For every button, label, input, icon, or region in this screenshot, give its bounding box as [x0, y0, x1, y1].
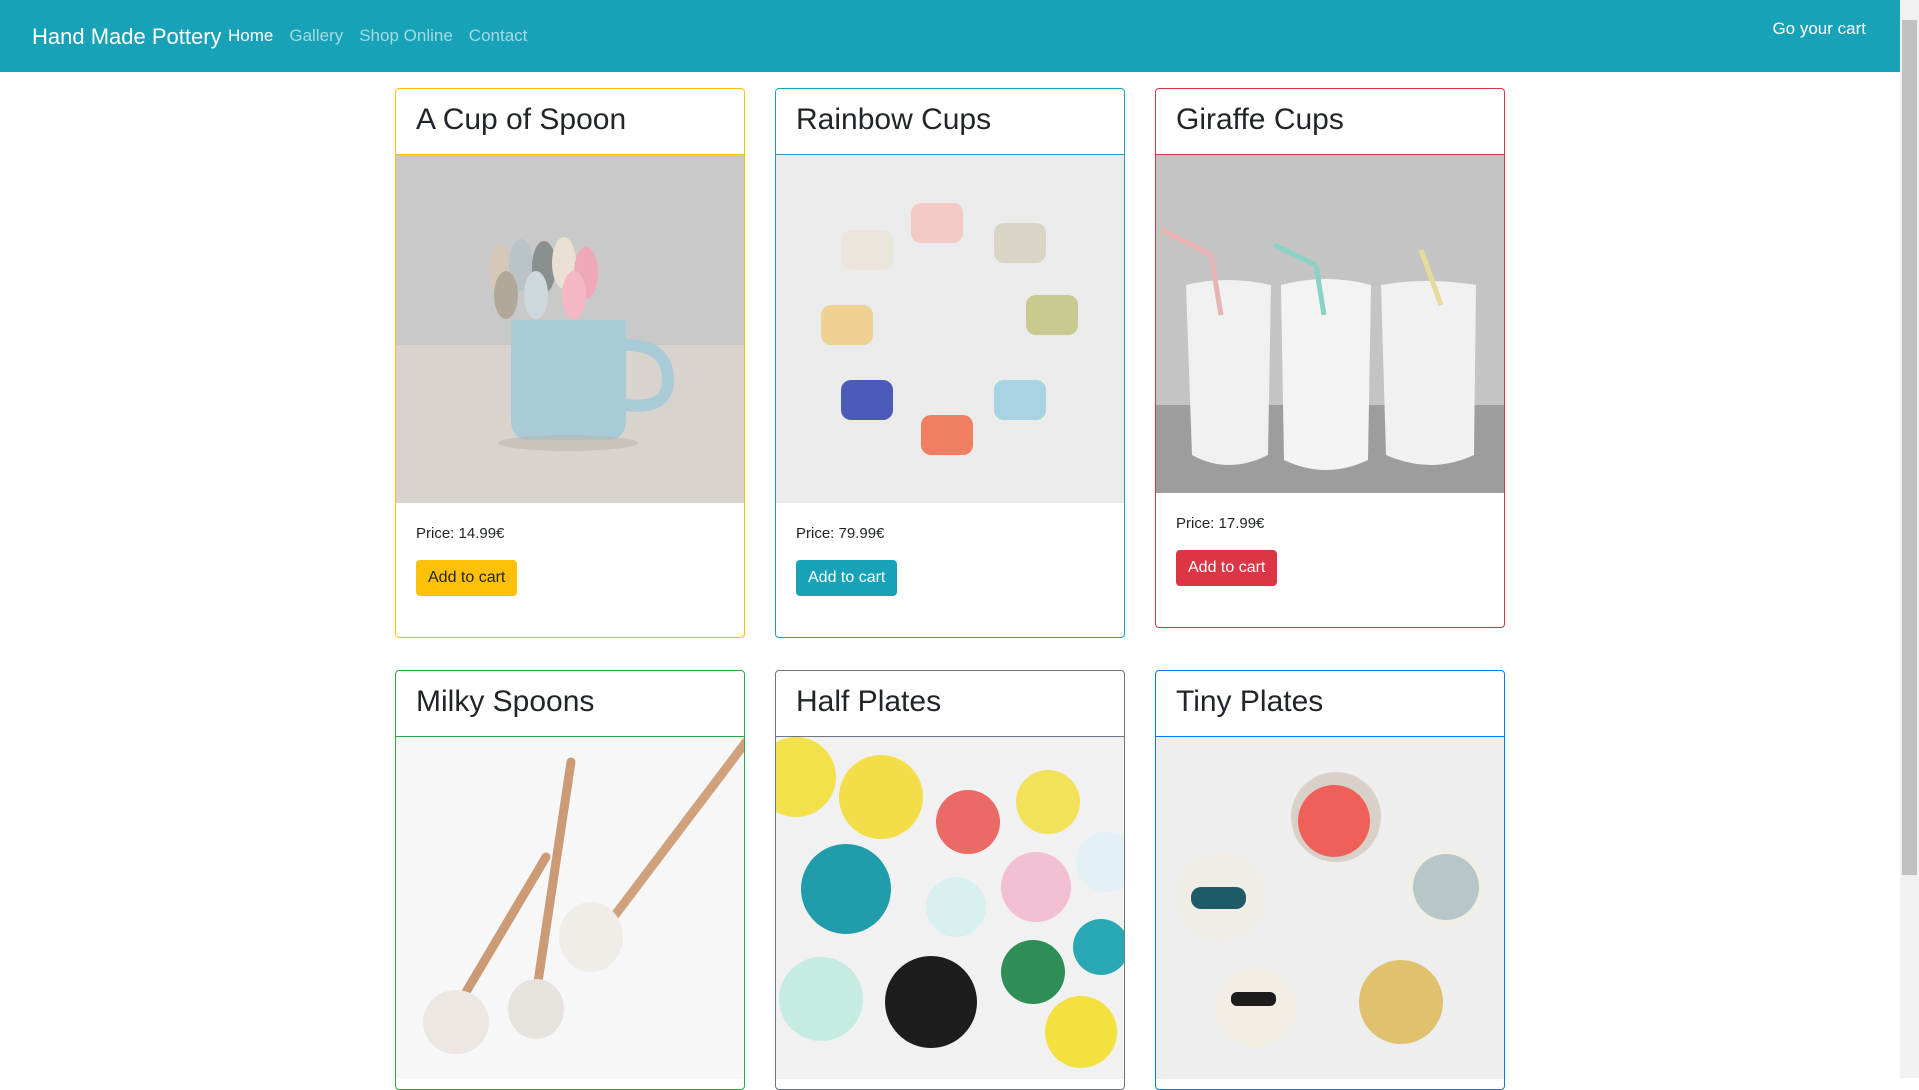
rainbow-cups-image [776, 155, 1124, 503]
card-header: Half Plates [776, 671, 1124, 737]
cart-link[interactable]: Go your cart [1772, 19, 1866, 39]
nav-link-shop-online[interactable]: Shop Online [359, 26, 453, 46]
product-image[interactable] [776, 155, 1124, 503]
nav-link-contact[interactable]: Contact [469, 26, 528, 46]
product-card-milky-spoons: Milky Spoons [395, 670, 745, 1090]
add-to-cart-button[interactable]: Add to cart [796, 560, 898, 596]
card-body: Price: 14.99€ Add to cart [396, 503, 744, 596]
product-title: Tiny Plates [1176, 685, 1324, 718]
card-header: Milky Spoons [396, 671, 744, 737]
product-image[interactable] [776, 737, 1124, 1079]
product-price: Price: 17.99€ [1176, 515, 1265, 532]
product-card-cup-of-spoon: A Cup of Spoon Price: 14.99€ Add to cart [395, 88, 745, 638]
product-image[interactable] [1156, 155, 1504, 493]
add-to-cart-button[interactable]: Add to cart [416, 560, 518, 596]
tiny-plates-image [1156, 737, 1504, 1079]
product-price: Price: 14.99€ [416, 525, 505, 542]
product-title: Rainbow Cups [796, 103, 992, 136]
nav-link-home[interactable]: Home [228, 26, 273, 46]
card-header: A Cup of Spoon [396, 89, 744, 155]
scrollbar-thumb[interactable] [1902, 20, 1917, 875]
half-plates-image [776, 737, 1124, 1079]
product-image[interactable] [396, 737, 744, 1079]
add-to-cart-button[interactable]: Add to cart [1176, 550, 1278, 586]
product-title: Giraffe Cups [1176, 103, 1344, 136]
navbar: Hand Made Pottery Home Gallery Shop Onli… [0, 0, 1900, 72]
product-price: Price: 79.99€ [796, 525, 885, 542]
nav-links: Home Gallery Shop Online Contact [228, 26, 543, 46]
giraffe-cups-image [1156, 155, 1504, 493]
scrollbar[interactable] [1900, 0, 1919, 1078]
card-header: Rainbow Cups [776, 89, 1124, 155]
product-card-giraffe-cups: Giraffe Cups Price: 17.99€ Add to cart [1155, 88, 1505, 628]
product-card-tiny-plates: Tiny Plates [1155, 670, 1505, 1090]
product-title: A Cup of Spoon [416, 103, 627, 136]
card-header: Giraffe Cups [1156, 89, 1504, 155]
nav-link-gallery[interactable]: Gallery [289, 26, 343, 46]
product-card-half-plates: Half Plates [775, 670, 1125, 1090]
product-image[interactable] [396, 155, 744, 503]
cup-of-spoon-image [396, 155, 744, 503]
product-title: Half Plates [796, 685, 942, 718]
card-header: Tiny Plates [1156, 671, 1504, 737]
brand-logo[interactable]: Hand Made Pottery [32, 24, 222, 50]
card-body: Price: 79.99€ Add to cart [776, 503, 1124, 596]
product-image[interactable] [1156, 737, 1504, 1079]
product-title: Milky Spoons [416, 685, 595, 718]
card-body: Price: 17.99€ Add to cart [1156, 493, 1504, 586]
product-card-rainbow-cups: Rainbow Cups Price: 79.99€ Add to cart [775, 88, 1125, 638]
milky-spoons-image [396, 737, 744, 1079]
